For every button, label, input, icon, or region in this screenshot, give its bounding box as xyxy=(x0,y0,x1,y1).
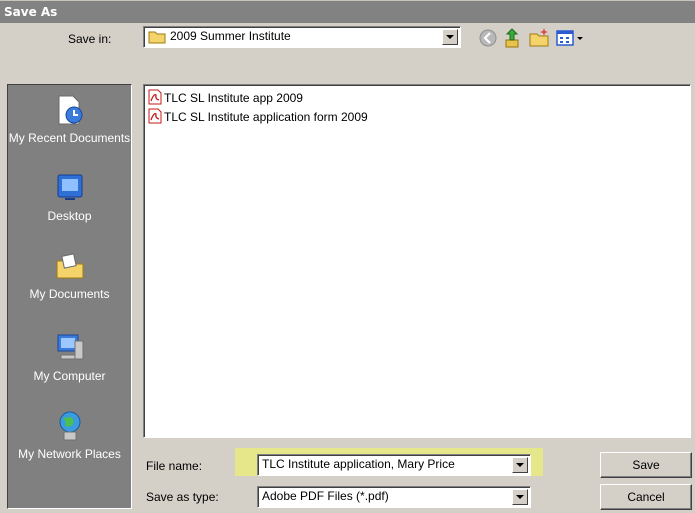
place-my-documents[interactable]: My Documents xyxy=(8,249,131,301)
place-label: My Network Places xyxy=(18,447,121,461)
place-label: Desktop xyxy=(47,209,92,223)
list-item[interactable]: TLC SL Institute app 2009 xyxy=(148,89,303,106)
file-name-text: TLC SL Institute application form 2009 xyxy=(164,110,368,124)
title-bar[interactable]: Save As xyxy=(0,1,695,23)
save-as-dialog: Save As Save in: 2009 Summer Institute M… xyxy=(0,0,695,513)
place-my-computer[interactable]: My Computer xyxy=(8,331,131,383)
save-in-value: 2009 Summer Institute xyxy=(170,29,291,43)
pdf-file-icon xyxy=(148,89,162,105)
cancel-button[interactable]: Cancel xyxy=(600,484,692,510)
file-list[interactable]: TLC SL Institute app 2009 TLC SL Institu… xyxy=(143,84,691,438)
chevron-down-icon[interactable] xyxy=(512,489,528,505)
my-computer-icon xyxy=(57,334,83,360)
pdf-file-icon xyxy=(148,108,162,124)
place-label: My Computer xyxy=(33,369,106,383)
places-bar: My Recent Documents Desktop My Documents xyxy=(7,84,132,509)
network-places-icon xyxy=(59,411,80,441)
up-folder-icon[interactable] xyxy=(501,26,525,50)
save-button[interactable]: Save xyxy=(600,452,692,478)
save-as-type-dropdown[interactable]: Adobe PDF Files (*.pdf) xyxy=(257,486,531,508)
list-item[interactable]: TLC SL Institute application form 2009 xyxy=(148,108,368,125)
file-name-value: TLC Institute application, Mary Price xyxy=(262,457,455,471)
my-documents-icon xyxy=(56,253,83,279)
new-folder-icon[interactable] xyxy=(527,26,551,50)
chevron-down-icon[interactable] xyxy=(512,457,528,473)
desktop-icon xyxy=(57,174,82,200)
save-in-dropdown[interactable]: 2009 Summer Institute xyxy=(143,26,461,48)
file-name-text: TLC SL Institute app 2009 xyxy=(164,91,303,105)
chevron-down-icon[interactable] xyxy=(442,29,458,45)
place-desktop[interactable]: Desktop xyxy=(8,171,131,223)
views-menu-icon[interactable] xyxy=(555,26,587,50)
save-in-label: Save in: xyxy=(68,32,112,46)
back-arrow-icon[interactable] xyxy=(476,26,500,50)
file-name-label: File name: xyxy=(146,459,203,473)
place-label: My Documents xyxy=(29,287,110,301)
file-name-input[interactable]: TLC Institute application, Mary Price xyxy=(257,454,531,476)
place-network-places[interactable]: My Network Places xyxy=(8,409,131,461)
place-label: My Recent Documents xyxy=(8,131,131,145)
window-title: Save As xyxy=(4,5,58,19)
recent-documents-icon xyxy=(58,95,82,125)
save-as-type-label: Save as type: xyxy=(146,490,219,504)
place-recent-documents[interactable]: My Recent Documents xyxy=(8,93,131,145)
save-as-type-value: Adobe PDF Files (*.pdf) xyxy=(262,489,389,503)
folder-icon xyxy=(148,31,166,44)
